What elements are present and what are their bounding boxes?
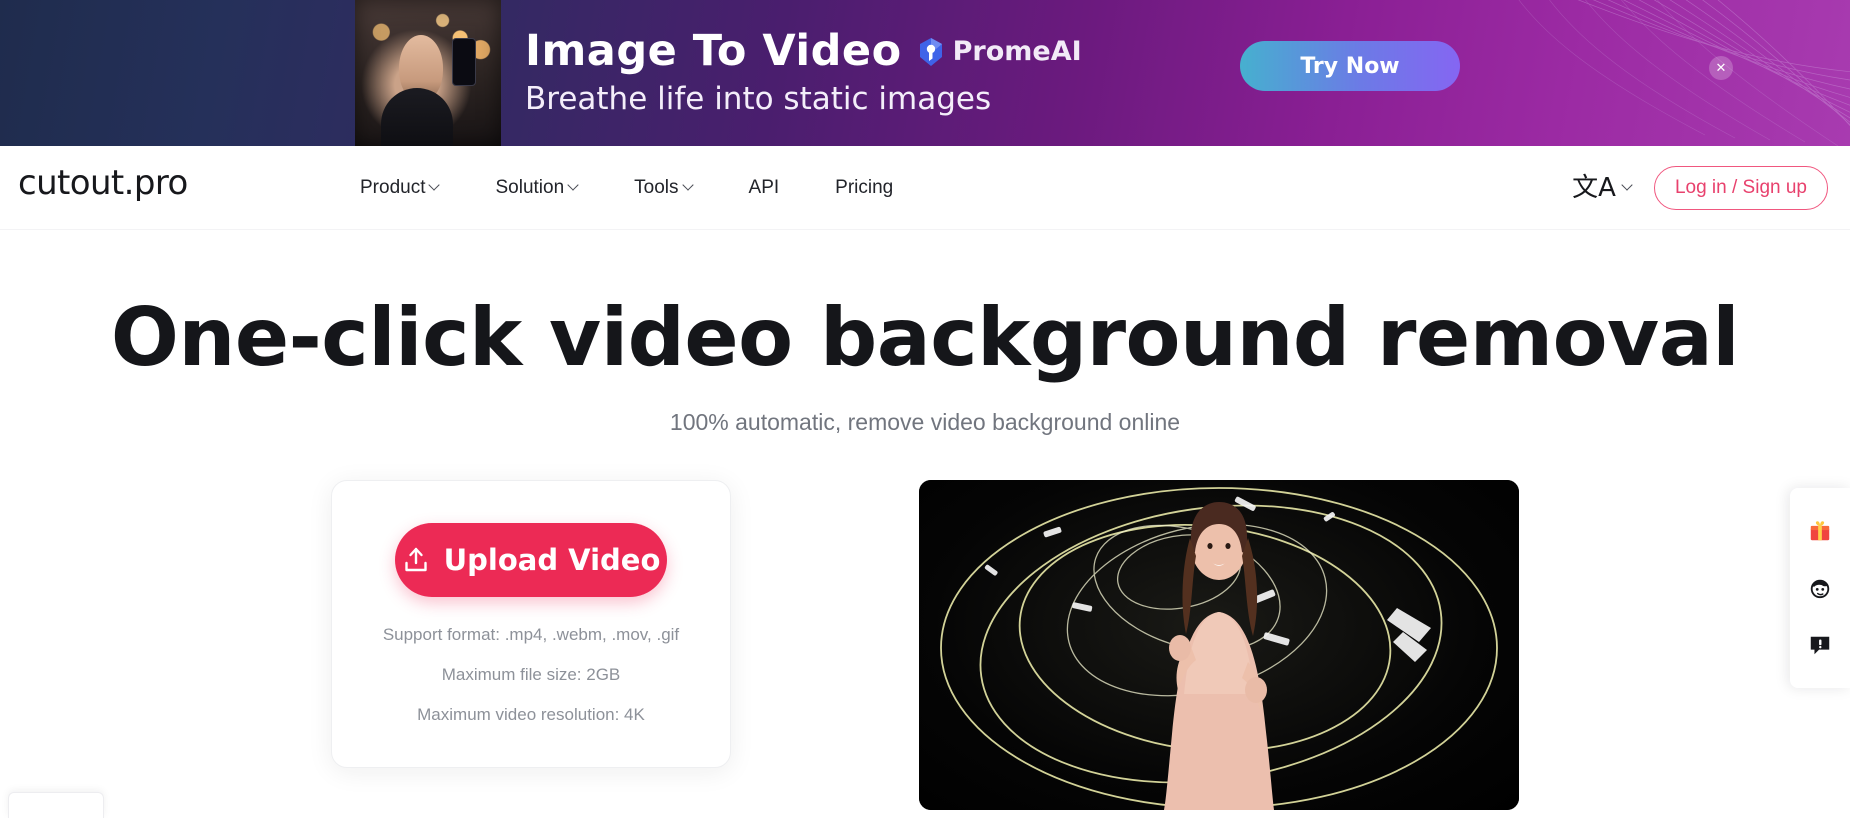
phone-in-hand xyxy=(452,38,476,86)
main-panels: Upload Video Support format: .mp4, .webm… xyxy=(0,479,1850,810)
upload-video-button[interactable]: Upload Video xyxy=(395,522,667,597)
chevron-down-icon xyxy=(1623,181,1632,190)
close-banner-icon[interactable]: ✕ xyxy=(1709,56,1733,80)
max-file-size-note: Maximum file size: 2GB xyxy=(441,664,621,684)
nav-item-product[interactable]: Product xyxy=(332,177,467,199)
chevron-down-icon xyxy=(430,181,439,190)
page-title: One-click video background removal xyxy=(110,291,1740,384)
site-navbar: cutout.pro Product Solution Tools API Pr… xyxy=(0,146,1850,230)
promeai-brand-name: PromeAI xyxy=(952,36,1082,68)
nav-item-label: Solution xyxy=(495,177,565,198)
nav-item-pricing[interactable]: Pricing xyxy=(807,177,921,199)
ad-copy-block: Image To Video PromeAI Breathe life into… xyxy=(525,10,1082,136)
page-subtitle: 100% automatic, remove video background … xyxy=(669,408,1181,435)
customer-service-face-icon[interactable] xyxy=(1803,571,1837,605)
max-resolution-note: Maximum video resolution: 4K xyxy=(417,704,645,724)
bottom-left-widget[interactable] xyxy=(8,792,104,818)
chevron-down-icon xyxy=(569,181,578,190)
floating-action-dock xyxy=(1790,488,1850,688)
login-signup-button[interactable]: Log in / Sign up xyxy=(1653,166,1828,210)
language-selector[interactable]: 文A xyxy=(1572,175,1632,201)
upload-icon xyxy=(404,547,427,571)
try-now-button[interactable]: Try Now xyxy=(1240,41,1460,91)
feedback-icon[interactable] xyxy=(1803,628,1837,662)
video-preview-card[interactable] xyxy=(919,479,1519,810)
promeai-brand: PromeAI xyxy=(918,36,1082,67)
promeai-logo-icon xyxy=(919,37,942,66)
nav-item-solution[interactable]: Solution xyxy=(467,177,606,199)
chevron-down-icon xyxy=(684,181,693,190)
nav-item-label: Pricing xyxy=(835,177,894,198)
nav-item-label: Product xyxy=(360,177,426,198)
ad-title: Image To Video xyxy=(525,26,902,77)
nav-item-api[interactable]: API xyxy=(721,177,808,199)
promotional-banner[interactable]: Image To Video PromeAI Breathe life into… xyxy=(0,0,1850,146)
ad-thumbnail-image xyxy=(355,0,501,146)
navbar-right-actions: 文A Log in / Sign up xyxy=(1572,146,1828,230)
decorative-wave-lines-icon xyxy=(1518,0,1850,146)
nav-item-label: API xyxy=(748,177,780,198)
translate-icon: 文A xyxy=(1572,173,1616,203)
video-subject xyxy=(1164,501,1274,810)
ad-subtitle: Breathe life into static images xyxy=(525,80,992,117)
hero-section: One-click video background removal 100% … xyxy=(0,230,1850,436)
nav-item-label: Tools xyxy=(634,177,679,198)
upload-card[interactable]: Upload Video Support format: .mp4, .webm… xyxy=(331,479,731,768)
site-logo[interactable]: cutout.pro xyxy=(18,163,188,203)
support-format-note: Support format: .mp4, .webm, .mov, .gif xyxy=(382,624,680,644)
primary-navigation: Product Solution Tools API Pricing xyxy=(332,146,921,230)
nav-item-tools[interactable]: Tools xyxy=(606,177,720,199)
gift-icon[interactable] xyxy=(1803,514,1837,548)
upload-video-label: Upload Video xyxy=(443,542,661,577)
